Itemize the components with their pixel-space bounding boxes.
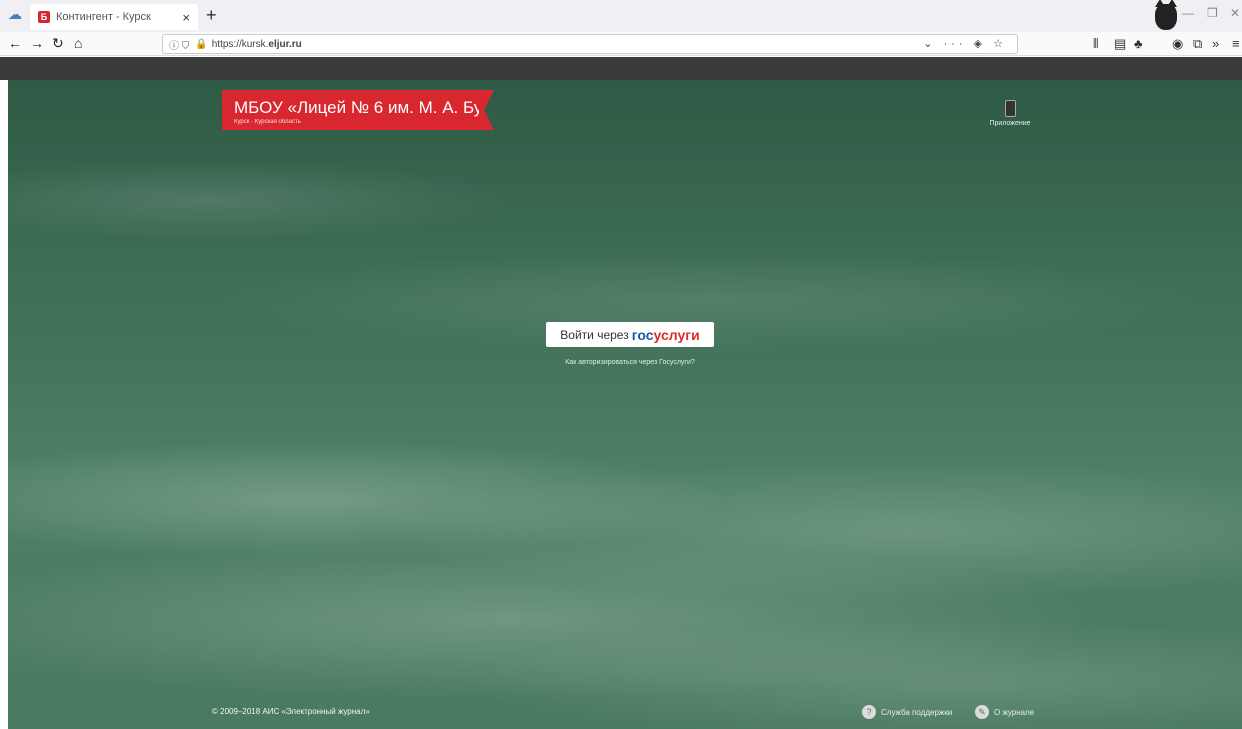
app-link[interactable]: Приложение <box>980 100 1040 127</box>
screenshot-icon[interactable]: ⧉ <box>1193 36 1202 52</box>
lock-icon: 🔒 <box>195 38 208 50</box>
school-banner[interactable]: МБОУ «Лицей № 6 им. М. А. Була Курск · К… <box>222 90 494 130</box>
reload-icon[interactable]: ↻ <box>52 35 64 52</box>
login-button-label: Войти через <box>560 327 629 342</box>
help-icon: ? <box>862 705 876 719</box>
school-location: Курск · Курская область <box>234 119 301 125</box>
about-link[interactable]: ✎ О журнале <box>975 705 1034 719</box>
site-favicon-icon: Б <box>38 11 50 23</box>
addon-icon[interactable]: ◉ <box>1172 36 1183 52</box>
cat-mascot-icon <box>1155 0 1177 30</box>
close-tab-icon[interactable]: × <box>182 10 190 25</box>
support-label: Служба поддержки <box>881 707 953 717</box>
tab-list-icon[interactable]: ☁ <box>8 6 22 23</box>
new-tab-button[interactable]: + <box>206 5 217 26</box>
back-icon[interactable]: ← <box>8 35 22 51</box>
app-label: Приложение <box>989 120 1031 127</box>
url-prefix: https://kursk. <box>211 38 269 50</box>
phone-icon <box>1004 100 1016 117</box>
info-icon: ✎ <box>975 705 989 719</box>
about-label: О журнале <box>994 707 1035 717</box>
url-actions[interactable]: ⌄ ··· ◈ ☆ <box>923 37 1007 50</box>
url-domain: eljur.ru <box>268 38 302 50</box>
overflow-menu-icon[interactable]: » <box>1212 36 1219 51</box>
close-window-icon[interactable]: ✕ <box>1230 6 1240 20</box>
url-bar[interactable]: ⓘ ⛉ 🔒 https://kursk. eljur.ru ⌄ ··· ◈ ☆ <box>162 34 1018 54</box>
gosuslugi-logo-part1: гос <box>631 326 654 343</box>
forward-icon[interactable]: → <box>30 35 44 51</box>
library-icon[interactable]: ⫴ <box>1093 36 1098 52</box>
minimize-icon[interactable]: — <box>1182 6 1194 20</box>
home-icon[interactable]: ⌂ <box>74 35 82 51</box>
site-info-icon[interactable]: ⓘ ⛉ <box>169 37 189 52</box>
browser-tab-bar: ☁ Б Контингент - Курск × + — ❐ ✕ <box>0 0 1242 32</box>
top-strip <box>0 57 1242 80</box>
restore-icon[interactable]: ❐ <box>1207 6 1218 20</box>
gosuslugi-logo-part2: услуги <box>653 326 700 343</box>
browser-tab[interactable]: Б Контингент - Курск × <box>30 4 198 30</box>
tab-title: Контингент - Курск <box>56 11 151 23</box>
school-name: МБОУ «Лицей № 6 им. М. А. Була <box>234 98 479 117</box>
browser-nav-bar: ← → ↻ ⌂ ⓘ ⛉ 🔒 https://kursk. eljur.ru ⌄ … <box>0 32 1242 56</box>
chalkboard-background <box>8 80 1242 729</box>
gosuslugi-login-button[interactable]: Войти через госуслуги <box>546 322 714 347</box>
support-link[interactable]: ? Служба поддержки <box>862 705 952 719</box>
extension-icon[interactable]: ♣ <box>1134 36 1143 51</box>
gosuslugi-help-link[interactable]: Как авторизироваться через Госуслуги? <box>540 359 720 366</box>
gosuslugi-logo: госуслуги <box>632 327 700 343</box>
hamburger-menu-icon[interactable]: ≡ <box>1232 36 1240 51</box>
footer-copyright: © 2009–2018 АИС «Электронный журнал» <box>212 707 370 716</box>
sidebar-icon[interactable]: ▤ <box>1114 36 1126 52</box>
